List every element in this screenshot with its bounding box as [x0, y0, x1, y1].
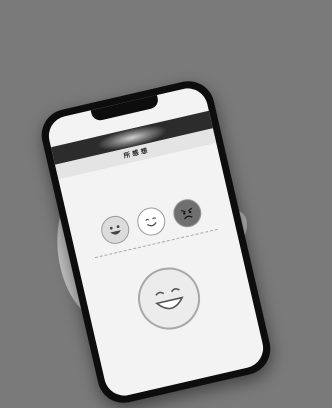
happy-face-button[interactable]	[98, 213, 133, 247]
page-title: 所 感 想	[122, 146, 149, 160]
large-face-illustration	[131, 261, 207, 336]
happy-face-icon	[109, 225, 121, 235]
smile-face-button[interactable]	[134, 204, 169, 239]
laughing-face-icon	[155, 288, 184, 310]
angry-face-icon	[180, 207, 193, 220]
smile-face-icon	[145, 217, 157, 227]
angry-face-button[interactable]	[170, 196, 205, 231]
